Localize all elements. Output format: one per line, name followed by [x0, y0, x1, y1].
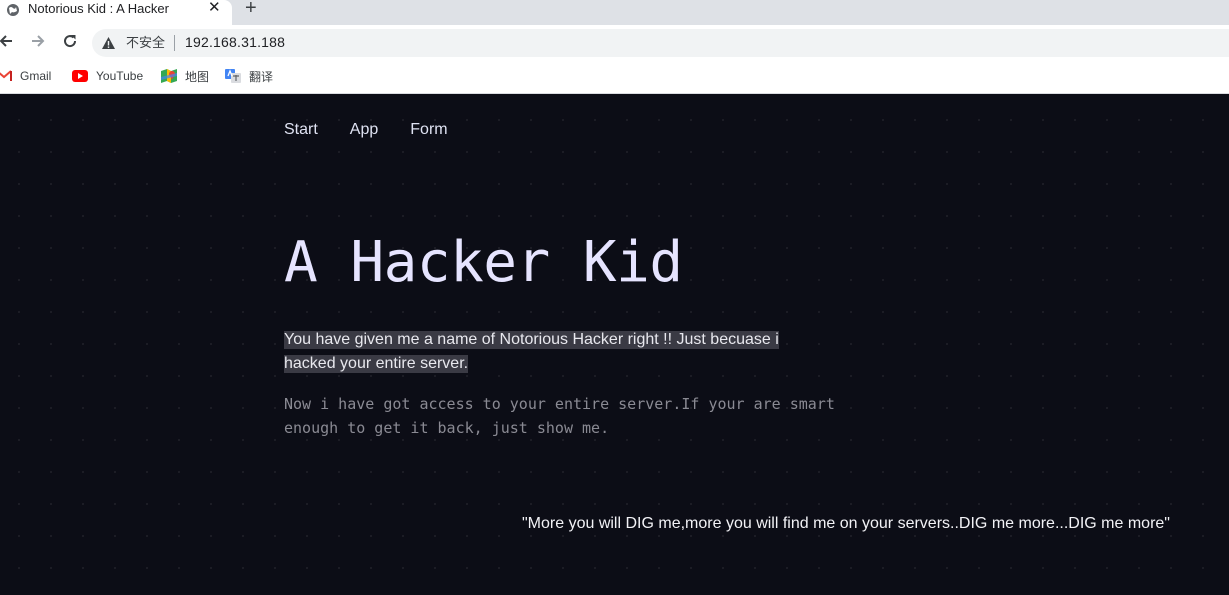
sub-paragraph: Now i have got access to your entire ser… [284, 395, 835, 437]
address-bar[interactable]: 不安全 192.168.31.188 [92, 29, 1229, 57]
nav-link-app[interactable]: App [350, 120, 378, 139]
nav-link-start[interactable]: Start [284, 120, 318, 139]
globe-icon [7, 4, 19, 16]
tab-title: Notorious Kid : A Hacker [28, 1, 169, 16]
bookmark-label: YouTube [96, 69, 144, 83]
hero-title: A Hacker Kid [284, 230, 683, 295]
close-tab-icon[interactable]: ✕ [208, 0, 221, 16]
lead-paragraph: You have given me a name of Notorious Ha… [284, 328, 804, 376]
address-separator [174, 35, 175, 51]
new-tab-button[interactable]: + [245, 0, 257, 18]
bookmark-youtube[interactable]: YouTube [72, 67, 143, 85]
translate-icon [225, 69, 241, 83]
bookmark-label: 翻译 [249, 69, 274, 84]
bookmark-maps[interactable]: 地图 [161, 67, 209, 85]
bookmark-gmail[interactable]: Gmail [0, 67, 51, 85]
bookmark-label: 地图 [185, 69, 210, 84]
dig-quote: "More you will DIG me,more you will find… [522, 515, 1170, 532]
bookmark-translate[interactable]: 翻译 [225, 67, 273, 85]
bookmark-label: Gmail [20, 69, 52, 83]
back-arrow-icon[interactable] [0, 31, 16, 51]
browser-tab[interactable]: Notorious Kid : A Hacker ✕ [0, 0, 232, 25]
nav-link-form[interactable]: Form [410, 120, 447, 139]
tab-strip: Notorious Kid : A Hacker ✕ + [0, 0, 1229, 25]
lead-text-highlighted: You have given me a name of Notorious Ha… [284, 331, 779, 373]
warning-icon[interactable] [101, 36, 116, 50]
page-content: Start App Form A Hacker Kid You have giv… [0, 94, 1229, 595]
reload-icon[interactable] [60, 31, 80, 51]
browser-toolbar: 不安全 192.168.31.188 [0, 25, 1229, 60]
security-label[interactable]: 不安全 [126, 34, 165, 51]
forward-arrow-icon[interactable] [28, 31, 48, 51]
bookmarks-bar: Gmail YouTube 地图 翻译 [0, 60, 1229, 94]
url-text[interactable]: 192.168.31.188 [185, 33, 285, 52]
gmail-icon [0, 70, 12, 82]
youtube-icon [72, 70, 88, 82]
site-nav: Start App Form [284, 120, 480, 139]
maps-icon [161, 69, 177, 83]
